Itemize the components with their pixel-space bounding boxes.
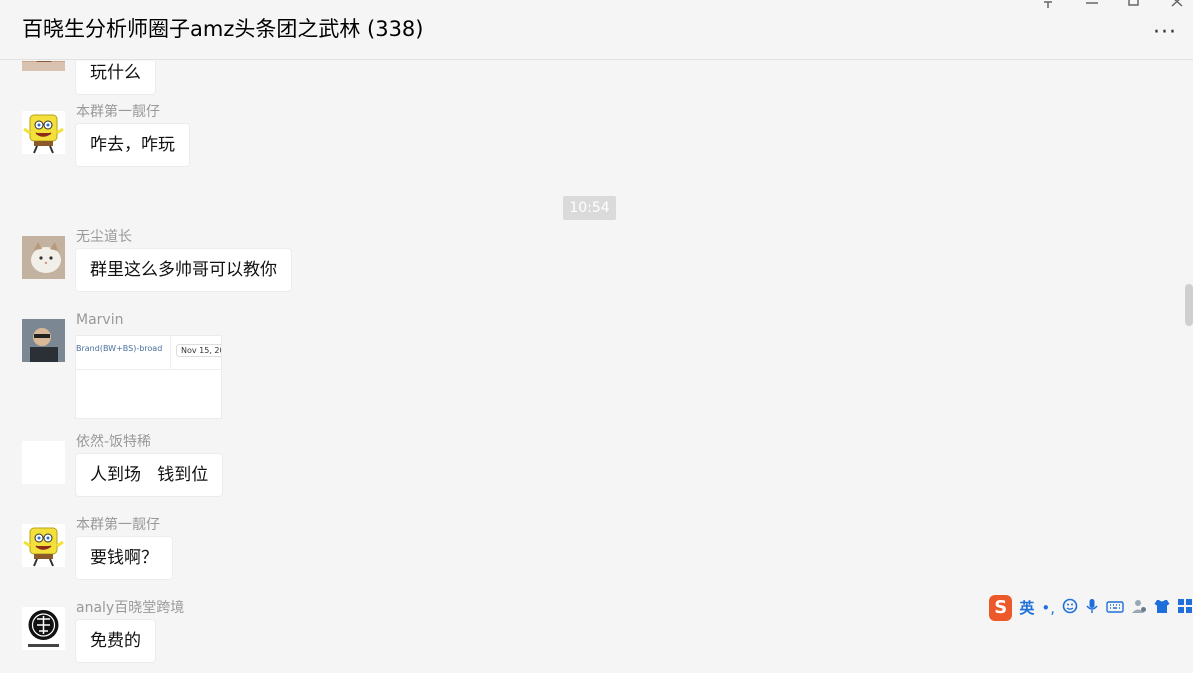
- toolbox-icon[interactable]: [1177, 598, 1193, 618]
- avatar[interactable]: [22, 524, 65, 567]
- sender-name: Marvin: [76, 312, 124, 328]
- image-date-chip: Nov 15, 20: [176, 344, 221, 357]
- avatar[interactable]: [22, 236, 65, 279]
- image-divider: [76, 369, 221, 370]
- message-text: 人到场 钱到位: [90, 465, 209, 485]
- ime-language-toggle[interactable]: 英: [1019, 598, 1034, 618]
- user-icon[interactable]: [1131, 598, 1147, 618]
- image-caption: Brand(BW+BS)-broad: [76, 344, 163, 353]
- image-message[interactable]: Brand(BW+BS)-broad Nov 15, 20: [76, 336, 221, 418]
- pin-icon[interactable]: [1040, 0, 1062, 12]
- sender-name: 依然-饭特稀: [76, 434, 152, 450]
- sogou-logo-icon[interactable]: S: [989, 595, 1013, 621]
- scrollbar-thumb[interactable]: [1185, 284, 1193, 326]
- chat-header: 百晓生分析师圈子amz头条团之武林 (338) ···: [0, 0, 1193, 60]
- avatar[interactable]: [22, 111, 65, 154]
- message-bubble[interactable]: 咋去，咋玩: [76, 124, 189, 166]
- message-bubble[interactable]: 人到场 钱到位: [76, 454, 223, 496]
- maximize-icon[interactable]: [1127, 0, 1149, 12]
- keyboard-icon[interactable]: [1106, 599, 1124, 618]
- sender-name: 无尘道长: [76, 229, 132, 245]
- message-bubble[interactable]: 要钱啊？: [76, 537, 172, 579]
- avatar[interactable]: [22, 61, 65, 71]
- sender-name: 本群第一靓仔: [76, 517, 160, 533]
- close-icon[interactable]: [1170, 0, 1192, 12]
- more-options-button[interactable]: ···: [1153, 22, 1177, 44]
- avatar[interactable]: [22, 607, 65, 650]
- message-bubble[interactable]: 玩什么: [76, 61, 155, 94]
- sender-name: 本群第一靓仔: [76, 104, 160, 120]
- avatar[interactable]: [22, 441, 65, 484]
- ime-toolbar[interactable]: S 英 •,: [989, 594, 1193, 622]
- message-list[interactable]: 玩什么 本群第一靓仔 咋去，咋玩 10:54 无尘道长 群里这么多帅哥可以教你 …: [0, 61, 1182, 673]
- message-text: 群里这么多帅哥可以教你: [90, 260, 277, 280]
- skin-icon[interactable]: [1154, 598, 1170, 618]
- avatar[interactable]: [22, 319, 65, 362]
- message-bubble[interactable]: 群里这么多帅哥可以教你: [76, 249, 291, 291]
- message-text: 咋去，咋玩: [90, 135, 175, 155]
- timestamp: 10:54: [563, 196, 616, 220]
- minimize-icon[interactable]: [1085, 0, 1107, 12]
- message-text: 免费的: [90, 631, 141, 651]
- sender-name: analy百晓堂跨境: [76, 600, 185, 616]
- image-divider: [170, 336, 171, 369]
- emoji-icon[interactable]: [1062, 598, 1078, 618]
- message-text: 要钱啊？: [90, 548, 158, 568]
- message-bubble[interactable]: 免费的: [76, 620, 155, 662]
- ime-punctuation-toggle[interactable]: •,: [1041, 598, 1055, 618]
- mic-icon[interactable]: [1085, 598, 1099, 618]
- chat-title: 百晓生分析师圈子amz头条团之武林 (338): [22, 17, 424, 41]
- message-text: 玩什么: [90, 63, 141, 83]
